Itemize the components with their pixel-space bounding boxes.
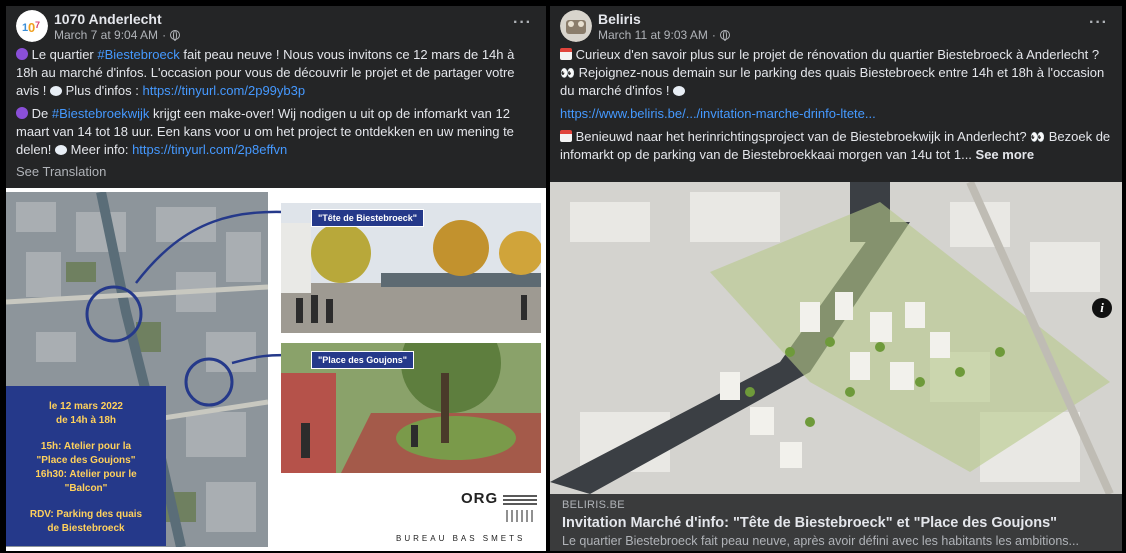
beliris-link[interactable]: https://www.beliris.be/.../invitation-ma… [560, 106, 876, 121]
post-anderlecht: 1 0 7 1070 Anderlecht March 7 at 9:04 AM… [6, 6, 546, 551]
tete-de-biestebroeck-photo: "Tête de Biestebroeck" [281, 203, 541, 333]
post-header: Beliris March 11 at 9:03 AM · ··· [550, 6, 1122, 46]
link-preview-card[interactable]: BELIRIS.BE Invitation Marché d'info: "Tê… [550, 494, 1122, 551]
link-preview-image[interactable] [550, 182, 1122, 494]
speech-bubble-icon [673, 86, 686, 96]
tete-de-biestebroeck-tag: "Tête de Biestebroeck" [311, 209, 425, 227]
text-fragment: Benieuwd naar het herinrichtingsproject … [572, 129, 1031, 144]
info-line: le 12 mars 2022 [49, 401, 123, 412]
post-image[interactable]: le 12 mars 2022 de 14h à 18h 15h: Atelie… [6, 188, 546, 551]
post-link-paragraph: https://www.beliris.be/.../invitation-ma… [560, 105, 1112, 123]
globe-icon [719, 30, 730, 41]
place-des-goujons-photo: "Place des Goujons" [281, 343, 541, 473]
bureau-bas-smets-logo: BUREAU BAS SMETS [396, 534, 526, 543]
more-options-icon[interactable]: ··· [513, 14, 532, 32]
place-des-goujons-tag: "Place des Goujons" [311, 351, 415, 369]
post-text: Curieux d'en savoir plus sur le projet d… [550, 46, 1122, 164]
post-timestamp[interactable]: March 11 at 9:03 AM [598, 28, 708, 42]
svg-text:7: 7 [35, 20, 40, 30]
text-fragment: Meer info: [67, 142, 133, 157]
info-line: "Balcon" [64, 483, 108, 494]
link-domain: BELIRIS.BE [562, 499, 625, 511]
eyes-icon: 👀 [1030, 130, 1046, 144]
page-avatar[interactable] [560, 10, 592, 42]
text-fragment: Rejoignez-nous demain sur le parking des… [560, 65, 1105, 98]
purple-circle-icon [16, 107, 28, 119]
text-fragment: De [28, 106, 52, 121]
more-options-icon[interactable]: ··· [1089, 14, 1108, 32]
hashtag-link[interactable]: #Biestebroeck [97, 47, 179, 62]
text-fragment: Plus d'infos : [61, 83, 143, 98]
purple-circle-icon [16, 48, 28, 60]
info-line: de Biestebroeck [47, 523, 125, 534]
post-timestamp[interactable]: March 7 at 9:04 AM [54, 28, 158, 42]
tinyurl-link-nl[interactable]: https://tinyurl.com/2p8effvn [132, 142, 287, 157]
link-description: Le quartier Biestebroeck fait peau neuve… [562, 534, 1079, 548]
calendar-icon [560, 130, 572, 142]
org-logo: ORG [461, 490, 499, 507]
post-meta: March 7 at 9:04 AM · [54, 28, 181, 42]
info-line: "Place des Goujons" [36, 455, 136, 466]
page-avatar[interactable]: 1 0 7 [16, 10, 48, 42]
post-paragraph-nl: De #Biestebroekwijk krijgt een make-over… [16, 105, 536, 159]
post-beliris: Beliris March 11 at 9:03 AM · ··· Curieu… [550, 6, 1122, 551]
event-info-box: le 12 mars 2022 de 14h à 18h 15h: Atelie… [6, 386, 166, 546]
post-text: Le quartier #Biestebroeck fait peau neuv… [6, 46, 546, 159]
hashtag-link[interactable]: #Biestebroekwijk [52, 106, 150, 121]
text-fragment: Le quartier [28, 47, 98, 62]
post-header: 1 0 7 1070 Anderlecht March 7 at 9:04 AM… [6, 6, 546, 46]
eyes-icon: 👀 [560, 66, 575, 80]
info-line: de 14h à 18h [55, 415, 117, 426]
post-paragraph-fr: Curieux d'en savoir plus sur le projet d… [560, 46, 1112, 100]
see-translation-link[interactable]: See Translation [6, 164, 546, 179]
calendar-icon [560, 48, 572, 60]
info-line: 15h: Atelier pour la [40, 441, 132, 452]
tinyurl-link-fr[interactable]: https://tinyurl.com/2p99yb3p [143, 83, 306, 98]
info-line: 16h30: Atelier pour le [35, 469, 137, 480]
author-name[interactable]: 1070 Anderlecht [54, 11, 162, 27]
info-icon[interactable]: i [1092, 298, 1112, 318]
org-logo-mark [503, 495, 537, 522]
post-paragraph-fr: Le quartier #Biestebroeck fait peau neuv… [16, 46, 536, 100]
post-meta: March 11 at 9:03 AM · [598, 28, 730, 42]
meta-separator: · [711, 28, 716, 42]
speech-bubble-icon [49, 86, 62, 96]
globe-icon [170, 30, 181, 41]
see-more-link[interactable]: See more [976, 147, 1035, 162]
speech-bubble-icon [55, 145, 68, 155]
text-fragment: Curieux d'en savoir plus sur le projet d… [572, 47, 1100, 62]
link-title[interactable]: Invitation Marché d'info: "Tête de Biest… [562, 515, 1110, 531]
info-line: RDV: Parking des quais [29, 509, 143, 520]
post-paragraph-nl: Benieuwd naar het herinrichtingsproject … [560, 128, 1112, 164]
author-name[interactable]: Beliris [598, 11, 641, 27]
meta-separator: · [162, 28, 167, 42]
